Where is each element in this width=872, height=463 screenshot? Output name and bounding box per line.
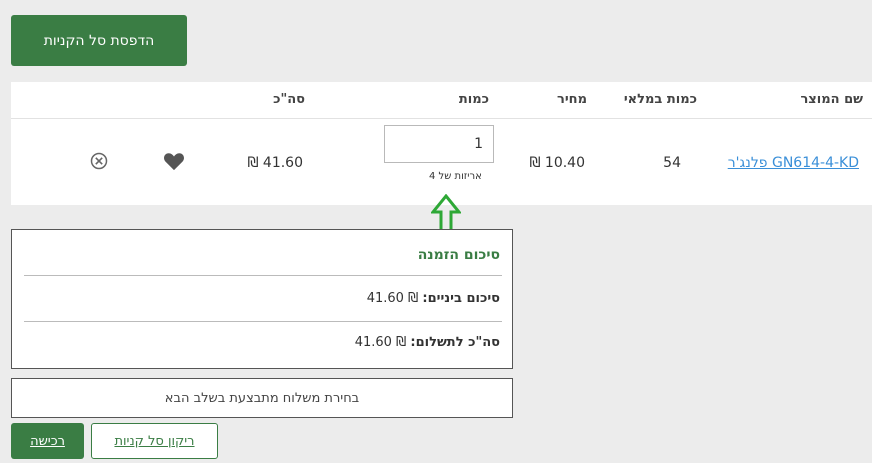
summary-divider xyxy=(24,275,502,276)
subtotal-label: סיכום ביניים: xyxy=(422,291,500,306)
grand-total-label: סה"כ לתשלום: xyxy=(410,335,500,350)
header-quantity: כמות xyxy=(458,92,489,107)
shipping-note-box: בחירת משלוח מתבצעת בשלב הבא xyxy=(11,378,513,418)
buy-button[interactable]: רכישה xyxy=(11,423,84,459)
header-price: מחיר xyxy=(557,92,587,107)
summary-divider xyxy=(24,321,502,322)
order-summary-title: סיכום הזמנה xyxy=(417,247,500,263)
stock-qty-value: 54 xyxy=(663,155,681,171)
shipping-note: בחירת משלוח מתבצעת בשלב הבא xyxy=(164,390,360,406)
clear-cart-button[interactable]: ריקון סל קניות xyxy=(91,423,218,459)
grand-total-value: ₪ 41.60 xyxy=(354,335,407,350)
header-product-name: שם המוצר xyxy=(800,92,863,107)
pack-size-note: אריזות של 4 xyxy=(429,171,482,182)
header-total: סה"כ xyxy=(273,92,305,107)
product-name-link[interactable]: פלנג'ר GN614-4-KD xyxy=(728,155,859,171)
price-value: ₪ 10.40 xyxy=(529,155,585,171)
heart-icon[interactable] xyxy=(163,151,185,171)
header-stock-qty: כמות במלאי xyxy=(623,92,697,107)
cart-table-header: שם המוצר כמות במלאי מחיר כמות סה"כ xyxy=(11,82,872,119)
print-cart-button[interactable]: הדפסת סל הקניות xyxy=(11,15,187,66)
grand-total-line: סה"כ לתשלום: ₪ 41.60 xyxy=(355,335,500,350)
subtotal-value: ₪ 41.60 xyxy=(366,291,419,306)
quantity-input[interactable] xyxy=(384,125,494,163)
table-row: פלנג'ר GN614-4-KD 54 ₪ 10.40 אריזות של 4… xyxy=(11,119,872,205)
order-summary: סיכום הזמנה סיכום ביניים: ₪ 41.60 סה"כ ל… xyxy=(11,229,513,369)
close-circle-icon[interactable] xyxy=(89,151,109,171)
subtotal-line: סיכום ביניים: ₪ 41.60 xyxy=(367,291,500,306)
line-total-value: ₪ 41.60 xyxy=(247,155,303,171)
